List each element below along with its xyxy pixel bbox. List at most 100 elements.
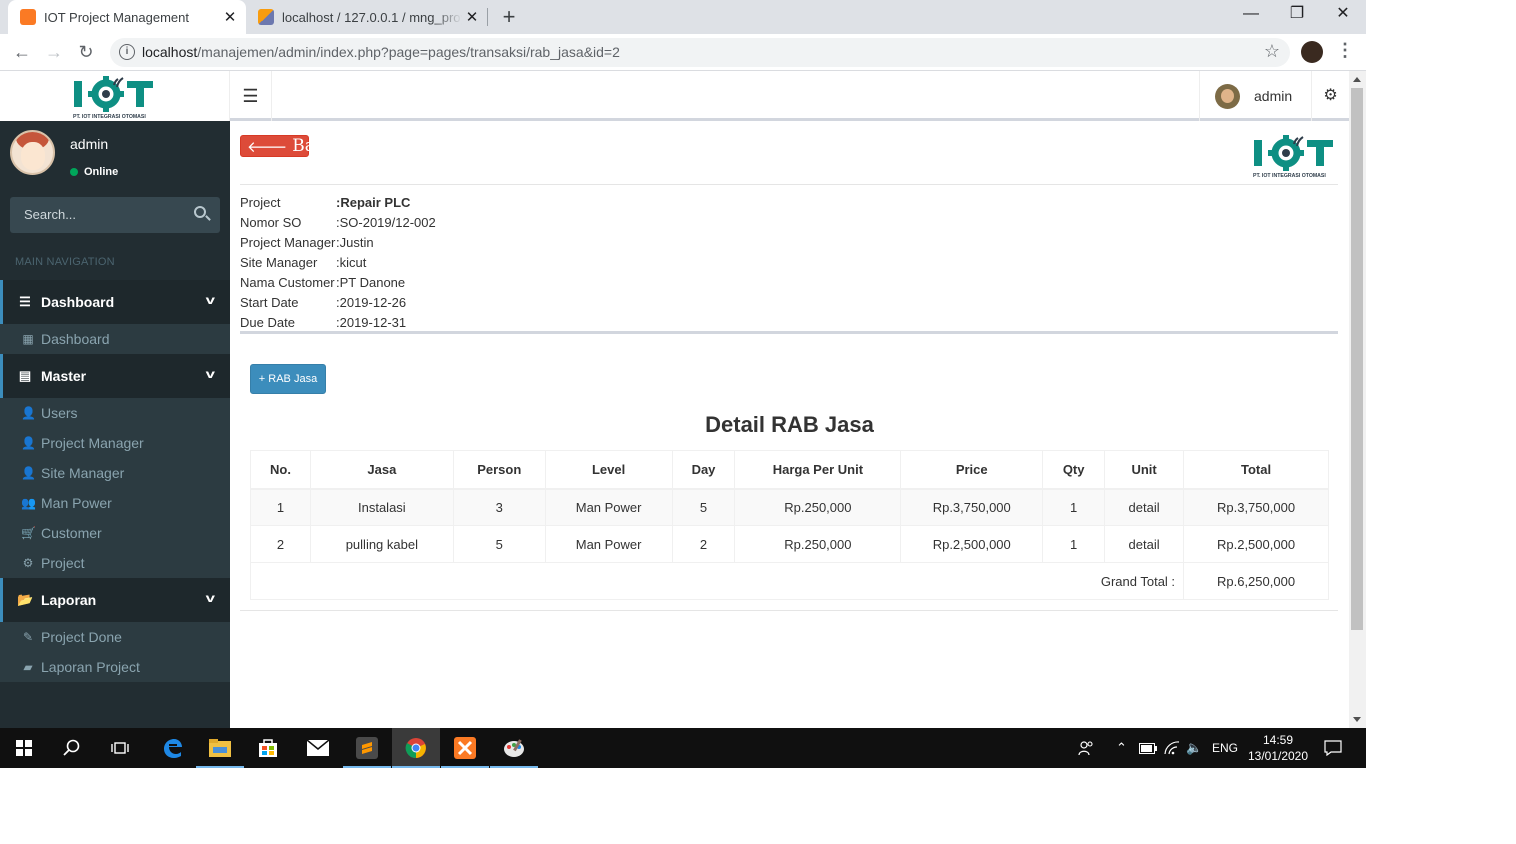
rab-jasa-table: No. Jasa Person Level Day Harga Per Unit Price… bbox=[249, 450, 1329, 600]
column-header[interactable]: Harga Per Unit bbox=[734, 450, 902, 490]
sidebar-item-project[interactable]: ⚙ Project bbox=[0, 548, 230, 578]
chevron-down-icon: v bbox=[205, 293, 216, 307]
profile-avatar-icon[interactable] bbox=[1301, 41, 1323, 63]
add-rab-jasa-button[interactable]: + RAB Jasa bbox=[250, 364, 326, 394]
sidebar-item-man-power[interactable]: 👥 Man Power bbox=[0, 488, 230, 518]
list-icon: ☰ bbox=[19, 294, 31, 309]
file-explorer-icon[interactable] bbox=[196, 728, 244, 768]
sidebar-item-dashboard[interactable]: ▦ Dashboard bbox=[0, 324, 230, 354]
table-cell: 1 bbox=[1042, 525, 1106, 563]
sidebar-item-project-done[interactable]: ✎ Project Done bbox=[0, 622, 230, 652]
table-row: 2 pulling kabel 5 Man Power 2 Rp.250,000 Rp.2,… bbox=[250, 525, 1329, 563]
table-cell: 2 bbox=[671, 525, 736, 563]
column-header[interactable]: Unit bbox=[1104, 450, 1185, 490]
column-header[interactable]: Jasa bbox=[309, 450, 454, 490]
project-info: Project:Repair PLC Nomor SO:SO-2019/12-00… bbox=[240, 192, 436, 332]
project-info-label: Project bbox=[240, 194, 281, 210]
project-info-row: Project Manager:Justin bbox=[240, 232, 436, 252]
edge-browser-icon[interactable] bbox=[148, 728, 196, 768]
project-info-label: Nama Customer bbox=[240, 274, 335, 290]
table-cell: 2 bbox=[250, 525, 311, 563]
table-cell[interactable]: detail bbox=[1104, 525, 1185, 563]
app-window: PT. IOT INTEGRASI OTOMASI ☰ admin ⚙ admi… bbox=[0, 71, 1349, 728]
bookmark-star-icon[interactable]: ☆ bbox=[1264, 41, 1280, 62]
new-tab-icon[interactable]: + bbox=[498, 4, 520, 30]
sidebar-search-input[interactable]: Search... bbox=[10, 197, 220, 233]
scroll-down-icon[interactable] bbox=[1353, 717, 1361, 722]
search-icon[interactable] bbox=[48, 728, 96, 768]
url-input[interactable]: i localhost/manajemen/admin/index.php?pa… bbox=[110, 38, 1290, 67]
tab-phpmyadmin[interactable]: localhost / 127.0.0.1 / mng_proye ✕ bbox=[248, 0, 488, 34]
table-cell: Rp.2,500,000 bbox=[1183, 525, 1329, 563]
phpmyadmin-favicon-icon bbox=[258, 9, 274, 25]
main-content: 🡐 Back PT. IOT INTEGRASI OTOMASI Project… bbox=[230, 124, 1349, 728]
site-info-icon[interactable]: i bbox=[119, 44, 135, 60]
forward-arrow-icon[interactable]: → bbox=[42, 40, 66, 64]
page-scrollbar[interactable] bbox=[1349, 71, 1366, 728]
sidebar: admin Online Search... MAIN NAVIGATION ☰… bbox=[0, 121, 230, 728]
grand-total-value: Rp.6,250,000 bbox=[1183, 562, 1329, 600]
column-header[interactable]: Day bbox=[671, 450, 736, 490]
sidebar-item-laporan-project[interactable]: ▰ Laporan Project bbox=[0, 652, 230, 682]
scroll-up-icon[interactable] bbox=[1353, 77, 1361, 82]
input-language[interactable]: ENG bbox=[1212, 728, 1238, 768]
windows-start-icon[interactable] bbox=[0, 728, 48, 768]
project-info-value: :PT Danone bbox=[336, 274, 406, 290]
taskbar-clock[interactable]: 14:59 13/01/2020 bbox=[1240, 732, 1316, 764]
tab-iot-project-management[interactable]: IOT Project Management ✕ bbox=[8, 0, 246, 34]
project-info-row: Start Date:2019-12-26 bbox=[240, 292, 436, 312]
book-icon: ▰ bbox=[23, 660, 33, 674]
sidebar-user-panel: admin Online bbox=[0, 121, 230, 189]
column-header[interactable]: Total bbox=[1183, 450, 1329, 490]
restore-icon[interactable]: ❐ bbox=[1274, 0, 1320, 30]
scroll-thumb[interactable] bbox=[1351, 88, 1363, 630]
minimize-icon[interactable]: — bbox=[1228, 0, 1274, 30]
browser-menu-icon[interactable]: ⋮ bbox=[1336, 40, 1354, 61]
table-cell: Rp.250,000 bbox=[734, 525, 902, 563]
brand-logo[interactable]: PT. IOT INTEGRASI OTOMASI bbox=[0, 71, 230, 121]
sidebar-item-project-manager[interactable]: 👤 Project Manager bbox=[0, 428, 230, 458]
store-icon[interactable] bbox=[244, 728, 292, 768]
search-placeholder: Search... bbox=[24, 207, 77, 222]
table-cell: 1 bbox=[250, 488, 311, 526]
sidebar-section-laporan[interactable]: 📂 Laporan v bbox=[0, 578, 230, 622]
user-menu-button[interactable]: admin bbox=[1199, 71, 1311, 121]
volume-icon[interactable]: 🔈 bbox=[1186, 728, 1202, 768]
column-header[interactable]: Qty bbox=[1042, 450, 1106, 490]
people-icon[interactable] bbox=[1078, 728, 1094, 768]
sidebar-item-users[interactable]: 👤 Users bbox=[0, 398, 230, 428]
sidebar-item-customer[interactable]: 🛒 Customer bbox=[0, 518, 230, 548]
project-info-value: :2019-12-26 bbox=[336, 294, 407, 310]
notification-icon[interactable] bbox=[1324, 728, 1342, 768]
project-info-value: :2019-12-31 bbox=[336, 314, 407, 330]
sidebar-item-site-manager[interactable]: 👤 Site Manager bbox=[0, 458, 230, 488]
paint-icon[interactable] bbox=[490, 728, 538, 768]
table-cell[interactable]: detail bbox=[1104, 488, 1185, 526]
table-cell: 5 bbox=[452, 525, 546, 563]
window-close-icon[interactable]: ✕ bbox=[1320, 0, 1366, 30]
back-button[interactable]: 🡐 Back bbox=[240, 135, 335, 157]
chrome-icon[interactable] bbox=[392, 728, 440, 768]
back-arrow-icon[interactable]: ← bbox=[10, 40, 34, 64]
sidebar-toggle-icon[interactable]: ☰ bbox=[230, 71, 272, 121]
reload-icon[interactable]: ↻ bbox=[74, 40, 98, 64]
mail-icon[interactable] bbox=[294, 728, 342, 768]
column-header[interactable]: Level bbox=[544, 450, 673, 490]
search-icon[interactable] bbox=[194, 206, 206, 218]
wifi-icon[interactable] bbox=[1164, 728, 1180, 768]
sidebar-section-dashboard[interactable]: ☰ Dashboard v bbox=[0, 280, 230, 324]
top-navbar: ☰ admin ⚙ bbox=[230, 71, 1349, 121]
task-view-icon[interactable] bbox=[96, 728, 144, 768]
sublime-text-icon[interactable] bbox=[343, 728, 391, 768]
user-icon: 👤 bbox=[21, 436, 36, 450]
xampp-icon[interactable] bbox=[441, 728, 489, 768]
settings-gears-icon[interactable]: ⚙ bbox=[1311, 71, 1349, 121]
sidebar-section-master[interactable]: ▤ Master v bbox=[0, 354, 230, 398]
close-tab-icon[interactable]: ✕ bbox=[462, 8, 482, 26]
chevron-up-icon[interactable]: ⌃ bbox=[1116, 728, 1127, 768]
column-header[interactable]: Price bbox=[900, 450, 1044, 490]
column-header[interactable]: No. bbox=[250, 450, 311, 490]
column-header[interactable]: Person bbox=[452, 450, 546, 490]
close-tab-icon[interactable]: ✕ bbox=[220, 8, 240, 26]
battery-icon[interactable] bbox=[1139, 728, 1157, 768]
